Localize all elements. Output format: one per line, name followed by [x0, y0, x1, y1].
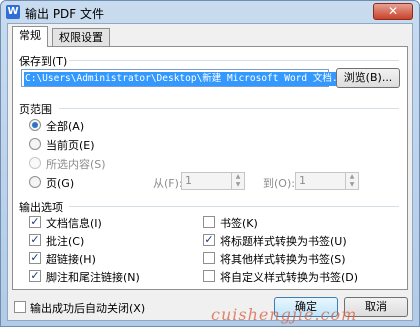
tab-permissions[interactable]: 权限设置	[52, 28, 110, 47]
save-to-label: 保存到(T)	[19, 55, 68, 68]
from-label: 从(F):	[153, 177, 183, 190]
dialog-window: W 输出 PDF 文件 ✕ 常规 权限设置 保存到(T) C:\Users\Ad…	[0, 0, 420, 327]
separator	[59, 108, 399, 109]
spinner-arrows-icon: ▲ ▼	[345, 173, 358, 189]
from-value: 1	[185, 174, 192, 187]
from-spinner: 1 ▲ ▼	[181, 172, 245, 190]
browse-button[interactable]: 浏览(B)...	[336, 68, 400, 88]
save-path-input[interactable]: C:\Users\Administrator\Desktop\新建 Micros…	[21, 69, 356, 87]
radio-selection	[29, 157, 41, 169]
checkbox-other-style-bookmarks[interactable]	[203, 252, 215, 264]
output-options-label: 输出选项	[19, 201, 63, 214]
checkbox-custom-style-bookmarks[interactable]	[203, 270, 215, 282]
checkbox-hyperlinks[interactable]: ✓	[29, 252, 41, 264]
tab-general[interactable]: 常规	[12, 26, 48, 47]
checkbox-heading-bookmarks[interactable]: ✓	[203, 234, 215, 246]
radio-current-page-label[interactable]: 当前页(E)	[46, 137, 95, 153]
checkbox-comments-label[interactable]: 批注(C)	[46, 233, 84, 249]
checkbox-hyperlinks-label[interactable]: 超链接(H)	[46, 251, 96, 267]
site-watermark: cuishengjie.com	[211, 305, 358, 324]
title-bar[interactable]: W 输出 PDF 文件 ✕	[1, 1, 419, 23]
wps-app-icon: W	[6, 5, 20, 19]
dialog-body: 常规 权限设置 保存到(T) C:\Users\Administrator\De…	[7, 23, 413, 321]
radio-pages[interactable]	[29, 176, 41, 188]
radio-all-label[interactable]: 全部(A)	[46, 118, 84, 134]
separator	[69, 206, 399, 207]
general-panel: 保存到(T) C:\Users\Administrator\Desktop\新建…	[12, 46, 408, 290]
to-value: 1	[299, 174, 306, 187]
radio-selection-label: 所选内容(S)	[46, 158, 106, 171]
close-button[interactable]: ✕	[373, 3, 413, 20]
checkbox-doc-info[interactable]: ✓	[29, 216, 41, 228]
radio-selected-dot	[32, 122, 38, 128]
checkbox-doc-info-label[interactable]: 文档信息(I)	[46, 215, 102, 231]
save-path-value: C:\Users\Administrator\Desktop\新建 Micros…	[24, 72, 356, 86]
page-range-label: 页范围	[19, 103, 52, 116]
checkbox-auto-close-label[interactable]: 输出成功后自动关闭(X)	[30, 300, 145, 316]
window-title: 输出 PDF 文件	[25, 7, 105, 21]
checkbox-other-style-bookmarks-label[interactable]: 将其他样式转换为书签(S)	[220, 251, 346, 267]
checkbox-heading-bookmarks-label[interactable]: 将标题样式转换为书签(U)	[220, 233, 347, 249]
checkbox-bookmarks[interactable]	[203, 216, 215, 228]
separator	[69, 60, 399, 61]
radio-current-page[interactable]	[29, 138, 41, 150]
checkbox-footnote-links-label[interactable]: 脚注和尾注链接(N)	[46, 269, 140, 285]
to-spinner: 1 ▲ ▼	[295, 172, 359, 190]
checkbox-footnote-links[interactable]: ✓	[29, 270, 41, 282]
checkbox-custom-style-bookmarks-label[interactable]: 将自定义样式转换为书签(D)	[220, 269, 358, 285]
checkbox-comments[interactable]: ✓	[29, 234, 41, 246]
checkbox-bookmarks-label[interactable]: 书签(K)	[220, 215, 258, 231]
checkbox-auto-close[interactable]	[14, 301, 26, 313]
to-label: 到(O):	[263, 177, 295, 190]
radio-all[interactable]	[29, 119, 41, 131]
radio-pages-label[interactable]: 页(G)	[46, 175, 74, 191]
spinner-arrows-icon: ▲ ▼	[231, 173, 244, 189]
